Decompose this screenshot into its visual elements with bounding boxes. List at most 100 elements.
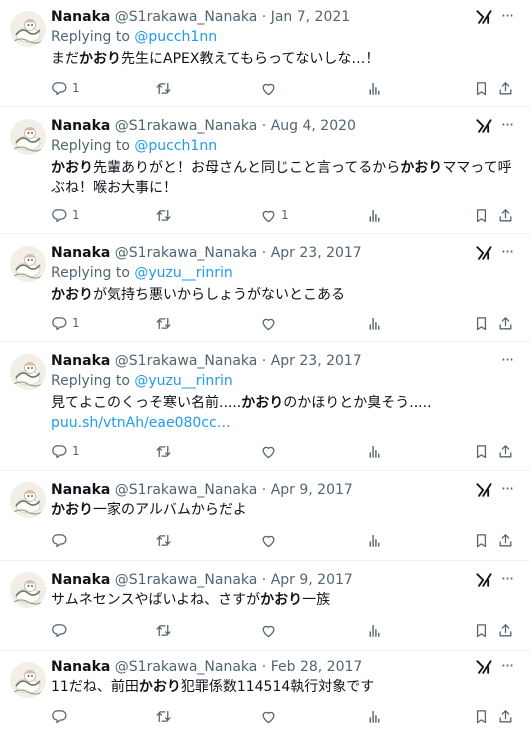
user-handle[interactable]: @S1rakawa_Nanaka: [115, 572, 258, 588]
reply-handle-link[interactable]: @yuzu__rinrin: [134, 373, 232, 389]
grok-icon[interactable]: [474, 116, 494, 136]
more-icon[interactable]: ···: [496, 657, 518, 677]
bookmark-button[interactable]: [473, 78, 490, 98]
tweet[interactable]: Nanaka @S1rakawa_Nanaka · Apr 9, 2017 ··…: [0, 561, 530, 651]
tweet-date[interactable]: Aug 4, 2020: [271, 118, 356, 134]
retweet-button[interactable]: [155, 706, 176, 726]
more-icon[interactable]: ···: [496, 570, 518, 590]
views-button[interactable]: [366, 205, 383, 225]
reply-button[interactable]: [51, 530, 72, 550]
share-button[interactable]: [497, 530, 514, 550]
avatar[interactable]: [10, 662, 46, 698]
reply-button[interactable]: 1: [51, 205, 80, 225]
retweet-button[interactable]: [155, 313, 176, 333]
tweet[interactable]: Nanaka @S1rakawa_Nanaka · Apr 9, 2017 ··…: [0, 471, 530, 561]
tweet-text-segment: 先生にAPEX教えてもらってないしな…！: [121, 51, 380, 67]
tweet-date[interactable]: Feb 28, 2017: [271, 659, 363, 675]
more-icon[interactable]: ···: [496, 243, 518, 263]
like-button[interactable]: [260, 620, 281, 640]
display-name[interactable]: Nanaka: [51, 659, 110, 675]
grok-icon[interactable]: [474, 657, 494, 677]
grok-icon[interactable]: [474, 480, 494, 500]
like-button[interactable]: [260, 78, 281, 98]
like-button[interactable]: [260, 313, 281, 333]
views-button[interactable]: [366, 530, 383, 550]
display-name[interactable]: Nanaka: [51, 9, 110, 25]
views-button[interactable]: [366, 620, 383, 640]
like-button[interactable]: [260, 706, 281, 726]
retweet-button[interactable]: [155, 530, 176, 550]
avatar[interactable]: [10, 11, 46, 47]
tweet[interactable]: Nanaka @S1rakawa_Nanaka · Apr 23, 2017 ·…: [0, 234, 530, 342]
avatar[interactable]: [10, 246, 46, 282]
tweet-date[interactable]: Apr 9, 2017: [271, 482, 353, 498]
display-name[interactable]: Nanaka: [51, 118, 110, 134]
bookmark-button[interactable]: [473, 620, 490, 640]
like-button[interactable]: [260, 530, 281, 550]
tweet[interactable]: Nanaka @S1rakawa_Nanaka · Aug 4, 2020 ··…: [0, 107, 530, 234]
reply-button[interactable]: 1: [51, 78, 80, 98]
retweet-button[interactable]: [155, 620, 176, 640]
bookmark-button[interactable]: [473, 530, 490, 550]
user-handle[interactable]: @S1rakawa_Nanaka: [115, 9, 258, 25]
tweet[interactable]: Nanaka @S1rakawa_Nanaka · Jan 7, 2021 ··…: [0, 0, 530, 107]
avatar[interactable]: [10, 482, 46, 518]
replying-to-label: Replying to: [51, 373, 130, 389]
tweet-link[interactable]: puu.sh/vtnAh/eae080cc…: [51, 413, 231, 433]
display-name[interactable]: Nanaka: [51, 353, 110, 369]
like-button[interactable]: 1: [260, 205, 289, 225]
tweet-date[interactable]: Apr 23, 2017: [271, 245, 362, 261]
share-button[interactable]: [497, 441, 514, 461]
reply-button[interactable]: [51, 706, 72, 726]
bookmark-button[interactable]: [473, 205, 490, 225]
user-handle[interactable]: @S1rakawa_Nanaka: [115, 482, 258, 498]
user-handle[interactable]: @S1rakawa_Nanaka: [115, 245, 258, 261]
bookmark-button[interactable]: [473, 706, 490, 726]
user-handle[interactable]: @S1rakawa_Nanaka: [115, 353, 258, 369]
display-name[interactable]: Nanaka: [51, 572, 110, 588]
share-button[interactable]: [497, 205, 514, 225]
grok-icon[interactable]: [474, 570, 494, 590]
retweet-button[interactable]: [155, 78, 176, 98]
user-handle[interactable]: @S1rakawa_Nanaka: [115, 659, 258, 675]
tweet[interactable]: Nanaka @S1rakawa_Nanaka · Feb 28, 2017 ·…: [0, 651, 530, 732]
tweet-date[interactable]: Apr 23, 2017: [271, 353, 362, 369]
like-button[interactable]: [260, 441, 281, 461]
display-name[interactable]: Nanaka: [51, 482, 110, 498]
share-button[interactable]: [497, 706, 514, 726]
display-name[interactable]: Nanaka: [51, 245, 110, 261]
reply-handle-link[interactable]: @yuzu__rinrin: [134, 265, 232, 281]
reply-button[interactable]: 1: [51, 313, 80, 333]
grok-icon[interactable]: [474, 243, 494, 263]
share-button[interactable]: [497, 313, 514, 333]
views-button[interactable]: [366, 78, 383, 98]
meta-separator: ·: [261, 9, 267, 25]
views-button[interactable]: [366, 441, 383, 461]
more-icon[interactable]: ···: [496, 116, 518, 136]
tweet-date[interactable]: Jan 7, 2021: [271, 9, 350, 25]
avatar[interactable]: [10, 119, 46, 155]
more-icon[interactable]: ···: [496, 351, 518, 371]
reply-button[interactable]: 1: [51, 441, 80, 461]
reply-handle-link[interactable]: @pucch1nn: [134, 29, 217, 45]
bookmark-icon: [473, 708, 490, 725]
more-icon[interactable]: ···: [496, 480, 518, 500]
reply-button[interactable]: [51, 620, 72, 640]
share-button[interactable]: [497, 78, 514, 98]
avatar[interactable]: [10, 354, 46, 390]
tweet-date[interactable]: Apr 9, 2017: [271, 572, 353, 588]
retweet-button[interactable]: [155, 441, 176, 461]
tweet[interactable]: Nanaka @S1rakawa_Nanaka · Apr 23, 2017 ·…: [0, 342, 530, 471]
views-button[interactable]: [366, 313, 383, 333]
more-icon[interactable]: ···: [496, 7, 518, 27]
tweet-text: まだかおり先生にAPEX教えてもらってないしな…！: [51, 49, 516, 69]
bookmark-button[interactable]: [473, 441, 490, 461]
views-button[interactable]: [366, 706, 383, 726]
user-handle[interactable]: @S1rakawa_Nanaka: [115, 118, 258, 134]
bookmark-button[interactable]: [473, 313, 490, 333]
avatar[interactable]: [10, 572, 46, 608]
retweet-button[interactable]: [155, 205, 176, 225]
grok-icon[interactable]: [474, 7, 494, 27]
share-button[interactable]: [497, 620, 514, 640]
reply-handle-link[interactable]: @pucch1nn: [134, 138, 217, 154]
